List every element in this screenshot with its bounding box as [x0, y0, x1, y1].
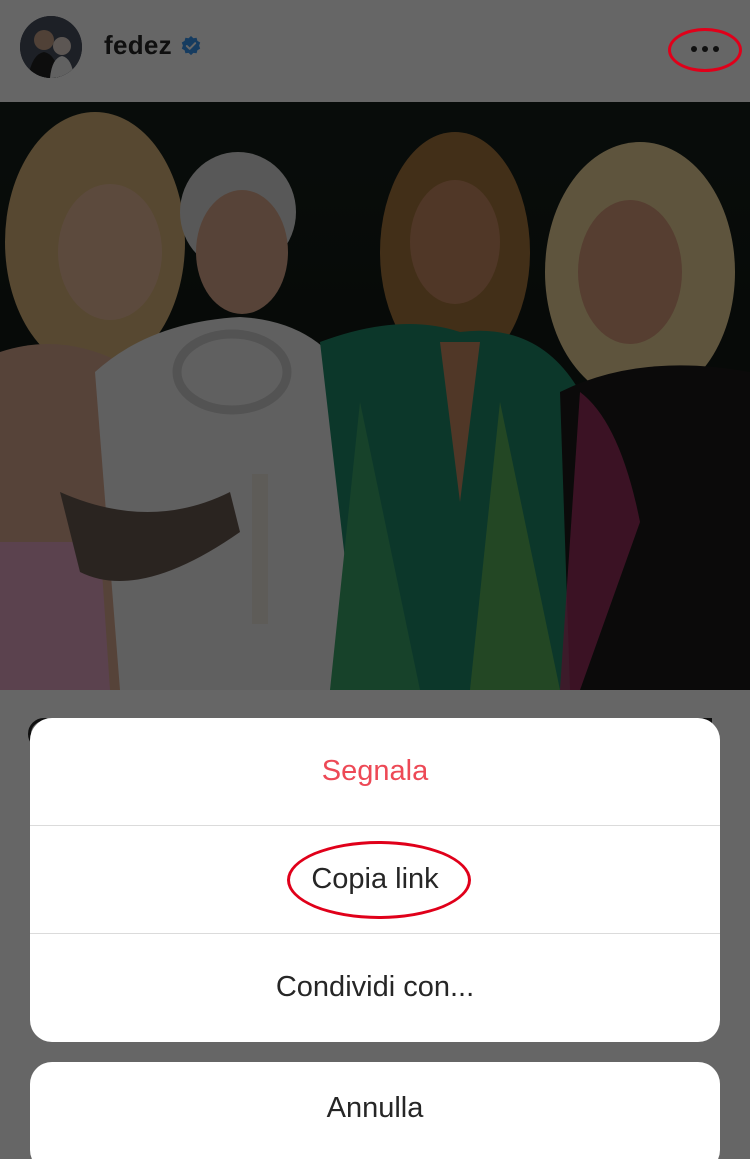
share-with-label: Condividi con...	[275, 971, 475, 1003]
cancel-label: Annulla	[326, 1091, 424, 1124]
copy-link-button[interactable]: Copia link	[30, 825, 720, 933]
copy-link-label: Copia link	[311, 863, 439, 895]
share-with-button[interactable]: Condividi con...	[30, 933, 720, 1041]
cancel-button[interactable]: Annulla	[30, 1062, 720, 1172]
report-button[interactable]: Segnala	[30, 718, 720, 825]
action-sheet: Segnala Copia link Condividi con...	[30, 718, 720, 1042]
report-label: Segnala	[321, 755, 429, 787]
